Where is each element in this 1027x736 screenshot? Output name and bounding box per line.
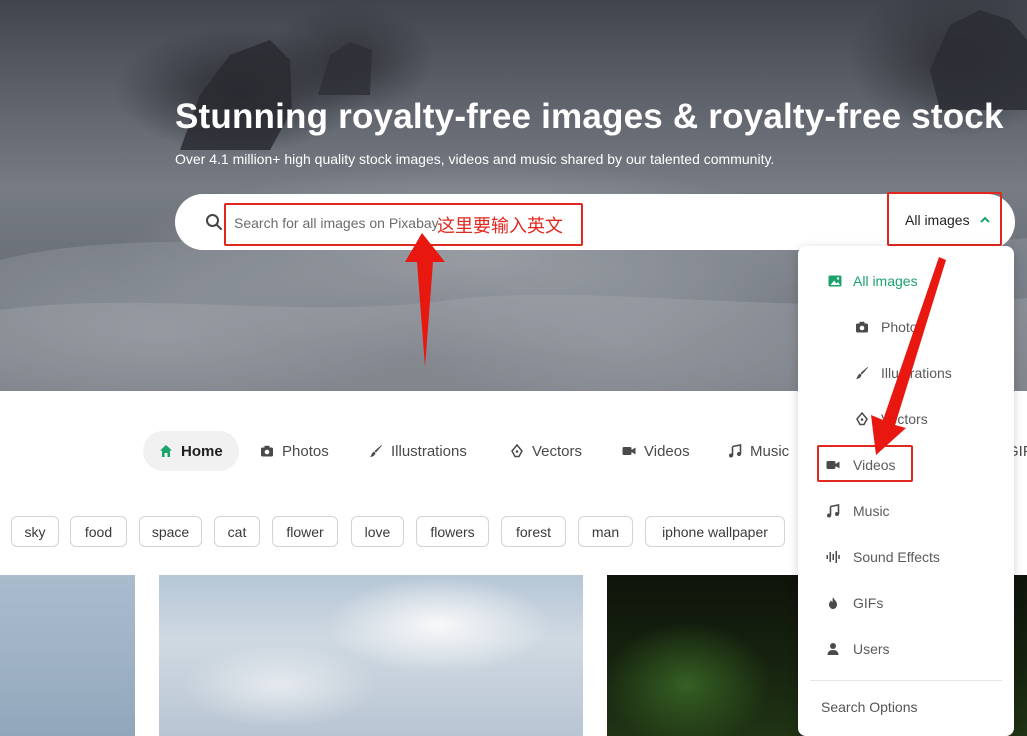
dropdown-item-label: Vectors	[881, 411, 928, 427]
media-type-selector[interactable]: All images	[887, 192, 1002, 246]
dropdown-item-photos[interactable]: Photos	[798, 312, 1014, 342]
dropdown-item-label: All images	[853, 273, 918, 289]
search-icon[interactable]	[205, 213, 223, 231]
dropdown-item-all-images[interactable]: All images	[798, 266, 1014, 296]
search-input[interactable]	[234, 215, 439, 231]
flame-icon	[829, 597, 837, 609]
tag-chip[interactable]: food	[70, 516, 127, 547]
tag-chip[interactable]: man	[578, 516, 633, 547]
dropdown-item-vectors[interactable]: Vectors	[798, 404, 1014, 434]
chevron-up-icon	[980, 216, 990, 223]
user-icon	[827, 643, 839, 655]
pen-nib-icon	[856, 412, 868, 426]
nav-illustrations-label: Illustrations	[391, 442, 467, 460]
dropdown-item-label: Illustrations	[881, 365, 952, 381]
tag-chip[interactable]: forest	[501, 516, 566, 547]
brush-icon	[856, 367, 868, 379]
dropdown-item-users[interactable]: Users	[798, 634, 1014, 664]
tag-chip[interactable]: cat	[214, 516, 260, 547]
dropdown-item-label: Photos	[881, 319, 925, 335]
search-options-label: Search Options	[821, 699, 918, 715]
waveform-icon	[826, 551, 840, 563]
dropdown-item-gifs[interactable]: GIFs	[798, 588, 1014, 618]
tag-chip[interactable]: space	[139, 516, 202, 547]
dropdown-item-music[interactable]: Music	[798, 496, 1014, 526]
camera-icon	[261, 445, 273, 457]
search-input-highlight: 这里要输入英文	[224, 203, 583, 246]
video-camera-icon	[622, 447, 636, 455]
tag-chip[interactable]: flowers	[416, 516, 489, 547]
nav-music[interactable]: Music	[712, 431, 805, 471]
camera-icon	[856, 321, 868, 333]
search-options-link[interactable]: Search Options	[798, 692, 1014, 722]
music-note-icon	[729, 444, 742, 458]
dropdown-item-label: Users	[853, 641, 890, 657]
nav-vectors-label: Vectors	[532, 442, 583, 460]
nav-home[interactable]: Home	[143, 431, 239, 471]
dropdown-item-illustrations[interactable]: Illustrations	[798, 358, 1014, 388]
nav-vectors[interactable]: Vectors	[494, 431, 598, 471]
nav-music-label: Music	[750, 442, 790, 460]
hero-subtitle: Over 4.1 million+ high quality stock ima…	[175, 151, 775, 167]
image-thumbnail[interactable]	[159, 575, 583, 736]
dropdown-item-label: Sound Effects	[853, 549, 940, 565]
nav-videos[interactable]: Videos	[606, 431, 706, 471]
tag-chip[interactable]: flower	[272, 516, 338, 547]
hero-title: Stunning royalty-free images & royalty-f…	[175, 97, 1004, 136]
dropdown-item-label: Music	[853, 503, 890, 519]
pen-nib-icon	[511, 444, 523, 458]
brush-icon	[370, 445, 382, 457]
search-bar[interactable]: 这里要输入英文 All images	[175, 192, 1015, 250]
image-icon	[828, 275, 842, 287]
image-thumbnail[interactable]	[0, 575, 135, 736]
nav-photos-label: Photos	[282, 442, 329, 460]
nav-photos[interactable]: Photos	[244, 431, 345, 471]
annotation-text: 这里要输入英文	[437, 216, 563, 237]
nav-illustrations[interactable]: Illustrations	[353, 431, 483, 471]
tag-chip[interactable]: iphone wallpaper	[645, 516, 785, 547]
media-type-label: All images	[905, 212, 970, 228]
home-icon	[160, 445, 172, 457]
media-type-dropdown: All images Photos Illustrations Vectors …	[798, 246, 1014, 736]
dropdown-divider	[810, 680, 1002, 681]
nav-videos-label: Videos	[644, 442, 690, 460]
dropdown-item-sound-effects[interactable]: Sound Effects	[798, 542, 1014, 572]
tag-chip[interactable]: sky	[11, 516, 59, 547]
music-note-icon	[827, 504, 840, 518]
nav-home-label: Home	[181, 442, 223, 460]
dropdown-item-label: GIFs	[853, 595, 884, 611]
tag-chip[interactable]: love	[351, 516, 404, 547]
videos-highlight-box	[817, 445, 913, 482]
